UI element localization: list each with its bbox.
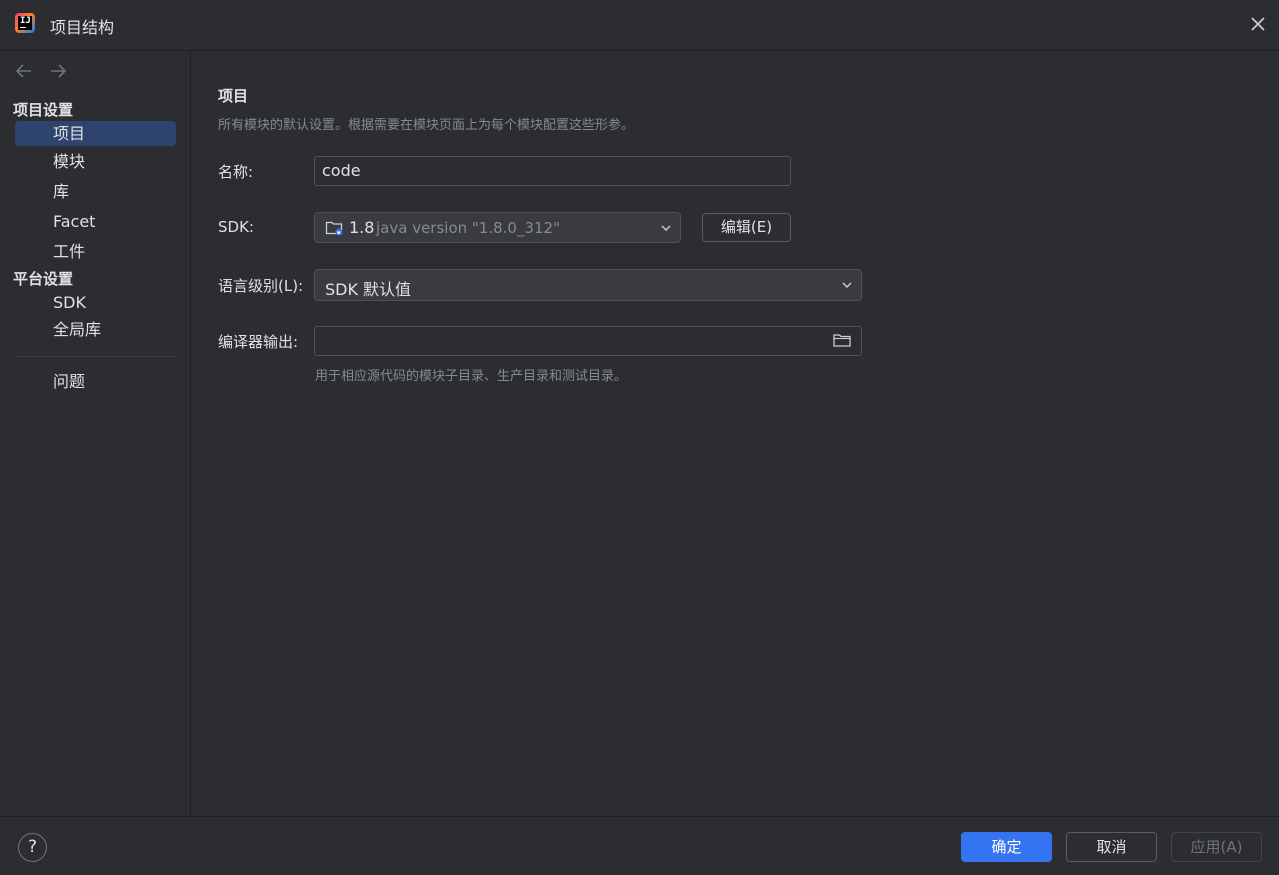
project-name-input[interactable]: code <box>314 156 791 186</box>
window-title: 项目结构 <box>50 18 115 37</box>
platform-settings-heading: 平台设置 <box>13 270 74 288</box>
language-level-select[interactable]: SDK 默认值 <box>314 269 862 301</box>
help-icon: ? <box>27 837 38 857</box>
browse-folder-button[interactable] <box>832 331 852 349</box>
back-arrow-icon <box>15 64 31 78</box>
compiler-output-input[interactable] <box>314 326 862 356</box>
chevron-down-icon <box>842 282 852 288</box>
page-title: 项目 <box>218 87 249 105</box>
intellij-idea-icon: IJ <box>15 13 35 33</box>
compiler-output-hint: 用于相应源代码的模块子目录、生产目录和测试目录。 <box>315 369 628 384</box>
forward-arrow-icon <box>51 64 67 78</box>
sidebar-item-artifacts[interactable]: 工件 <box>15 239 176 264</box>
sidebar: 项目设置 项目 模块 库 Facet 工件 平台设置 SDK 全局库 问题 <box>0 51 191 816</box>
history-navigation <box>14 61 68 81</box>
sdk-select[interactable]: 1.8 java version "1.8.0_312" <box>314 212 681 243</box>
back-button[interactable] <box>14 61 34 81</box>
language-level-value: SDK 默认值 <box>325 280 412 299</box>
title-bar: IJ 项目结构 <box>0 0 1279 51</box>
chevron-down-icon <box>661 225 671 231</box>
sdk-label: SDK: <box>218 218 254 236</box>
sdk-version: 1.8 <box>349 218 375 237</box>
help-button[interactable]: ? <box>18 833 47 862</box>
dialog-footer: ? 确定 取消 应用(A) <box>0 816 1279 875</box>
language-level-label: 语言级别(L): <box>218 277 304 295</box>
sidebar-item-modules[interactable]: 模块 <box>15 149 176 174</box>
project-settings-panel: 项目 所有模块的默认设置。根据需要在模块页面上为每个模块配置这些形参。 名称: … <box>192 51 1279 816</box>
sidebar-item-global-libraries[interactable]: 全局库 <box>15 317 176 342</box>
ok-button[interactable]: 确定 <box>961 832 1052 862</box>
edit-sdk-button[interactable]: 编辑(E) <box>702 213 791 242</box>
close-button[interactable] <box>1247 13 1269 35</box>
compiler-output-label: 编译器输出: <box>218 333 299 351</box>
cancel-button[interactable]: 取消 <box>1066 832 1157 862</box>
sidebar-divider <box>15 356 176 357</box>
project-settings-heading: 项目设置 <box>13 101 74 119</box>
close-icon <box>1251 17 1265 31</box>
sidebar-item-project[interactable]: 项目 <box>15 121 176 146</box>
forward-button[interactable] <box>48 61 68 81</box>
apply-button[interactable]: 应用(A) <box>1171 832 1262 862</box>
sidebar-item-facets[interactable]: Facet <box>15 209 176 234</box>
sidebar-item-sdks[interactable]: SDK <box>15 290 176 315</box>
sdk-folder-icon <box>325 221 343 236</box>
name-label: 名称: <box>218 163 254 181</box>
sdk-detail: java version "1.8.0_312" <box>376 219 560 237</box>
page-description: 所有模块的默认设置。根据需要在模块页面上为每个模块配置这些形参。 <box>218 118 635 133</box>
sidebar-item-problems[interactable]: 问题 <box>15 369 176 394</box>
sidebar-item-libraries[interactable]: 库 <box>15 179 176 204</box>
folder-browse-icon <box>833 334 851 347</box>
